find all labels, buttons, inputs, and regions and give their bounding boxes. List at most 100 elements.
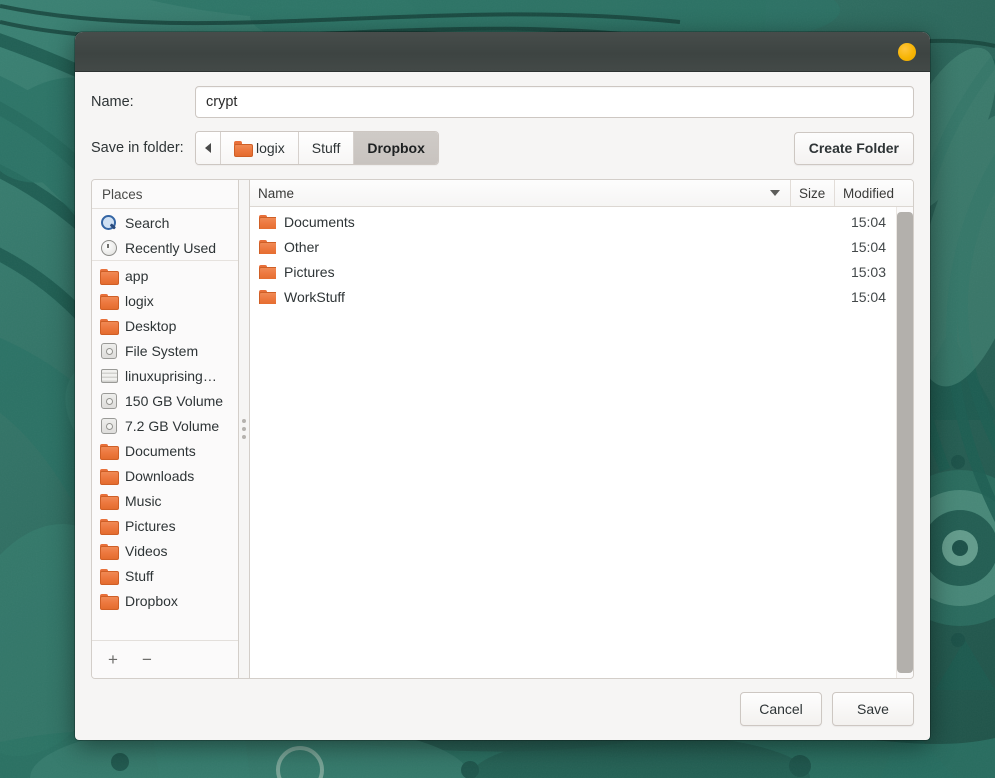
table-row[interactable]: Documents 15:04 bbox=[250, 209, 896, 234]
dialog-main-panel: Places Search Recently Used app logix Deskto… bbox=[91, 179, 914, 679]
folder-icon bbox=[100, 444, 117, 458]
sidebar-item-label: 7.2 GB Volume bbox=[125, 418, 219, 434]
column-header-modified[interactable]: Modified bbox=[835, 180, 913, 206]
disc-icon bbox=[100, 343, 117, 358]
folder-icon bbox=[234, 141, 251, 155]
sidebar-item-label: Pictures bbox=[125, 518, 176, 534]
disc-icon bbox=[100, 418, 117, 433]
table-row[interactable]: Other 15:04 bbox=[250, 234, 896, 259]
sidebar-item-app[interactable]: app bbox=[92, 263, 238, 288]
folder-icon bbox=[100, 294, 117, 308]
sidebar-item-dropbox[interactable]: Dropbox bbox=[92, 588, 238, 613]
folder-icon bbox=[259, 265, 276, 279]
column-header-name[interactable]: Name bbox=[250, 180, 791, 206]
name-row: Name: bbox=[91, 86, 914, 118]
breadcrumb: logix Stuff Dropbox bbox=[195, 131, 439, 165]
sidebar-item-label: File System bbox=[125, 343, 198, 359]
sort-descending-icon bbox=[770, 190, 780, 196]
dialog-form-area: Name: Save in folder: logix Stuff bbox=[75, 72, 930, 179]
sidebar-item-logix[interactable]: logix bbox=[92, 288, 238, 313]
file-name-cell: WorkStuff bbox=[250, 289, 774, 305]
sidebar-item-recently-used[interactable]: Recently Used bbox=[92, 235, 238, 261]
sidebar-item-music[interactable]: Music bbox=[92, 488, 238, 513]
file-list-scrollbar[interactable] bbox=[896, 207, 913, 678]
file-name-label: Pictures bbox=[284, 264, 335, 280]
sidebar-item-label: Dropbox bbox=[125, 593, 178, 609]
places-sidebar: Places Search Recently Used app logix Deskto… bbox=[91, 179, 239, 679]
column-header-size-label: Size bbox=[799, 186, 825, 201]
file-name-cell: Pictures bbox=[250, 264, 774, 280]
places-footer: + − bbox=[92, 640, 238, 678]
table-row[interactable]: WorkStuff15:04 bbox=[250, 284, 896, 309]
file-list-header: Name Size Modified bbox=[250, 180, 913, 207]
path-back-button[interactable] bbox=[196, 132, 221, 164]
breadcrumb-item-stuff[interactable]: Stuff bbox=[299, 132, 355, 164]
breadcrumb-label: logix bbox=[256, 140, 285, 156]
breadcrumb-label: Dropbox bbox=[367, 140, 425, 156]
file-name-cell: Other bbox=[250, 239, 774, 255]
sidebar-item-7-2-gb-volume[interactable]: 7.2 GB Volume bbox=[92, 413, 238, 438]
sidebar-item-downloads[interactable]: Downloads bbox=[92, 463, 238, 488]
scrollbar-thumb[interactable] bbox=[897, 212, 913, 673]
filename-input[interactable] bbox=[195, 86, 914, 118]
file-rows-area: Documents 15:04 Other 15:04 Pictures 15:03 Wor… bbox=[250, 207, 913, 678]
sidebar-item-label: Music bbox=[125, 493, 162, 509]
file-modified-cell: 15:04 bbox=[818, 214, 896, 230]
folder-icon bbox=[100, 519, 117, 533]
name-label: Name: bbox=[91, 94, 195, 110]
disc-icon bbox=[100, 393, 117, 408]
remove-bookmark-button[interactable]: − bbox=[132, 647, 162, 673]
sidebar-item-desktop[interactable]: Desktop bbox=[92, 313, 238, 338]
sidebar-item-search[interactable]: Search bbox=[92, 210, 238, 235]
folder-icon bbox=[100, 569, 117, 583]
sidebar-item-documents[interactable]: Documents bbox=[92, 438, 238, 463]
folder-icon bbox=[259, 290, 276, 304]
places-list: Search Recently Used app logix Desktop File S… bbox=[92, 209, 238, 640]
save-button[interactable]: Save bbox=[832, 692, 914, 726]
dialog-footer: Cancel Save bbox=[75, 679, 930, 740]
add-bookmark-button[interactable]: + bbox=[98, 647, 128, 673]
folder-icon bbox=[259, 215, 276, 229]
file-rows: Documents 15:04 Other 15:04 Pictures 15:03 Wor… bbox=[250, 207, 896, 678]
sidebar-item-label: Stuff bbox=[125, 568, 154, 584]
file-name-cell: Documents bbox=[250, 214, 774, 230]
breadcrumb-item-logix[interactable]: logix bbox=[221, 132, 299, 164]
save-in-folder-label: Save in folder: bbox=[91, 140, 195, 156]
folder-icon bbox=[100, 544, 117, 558]
save-file-dialog: Name: Save in folder: logix Stuff bbox=[75, 32, 930, 740]
sidebar-item-linuxuprising[interactable]: linuxuprising… bbox=[92, 363, 238, 388]
sidebar-item-label: 150 GB Volume bbox=[125, 393, 223, 409]
close-icon[interactable] bbox=[898, 43, 916, 61]
folder-icon bbox=[259, 240, 276, 254]
cancel-button[interactable]: Cancel bbox=[740, 692, 822, 726]
file-name-label: Documents bbox=[284, 214, 355, 230]
sidebar-item-file-system[interactable]: File System bbox=[92, 338, 238, 363]
column-header-size[interactable]: Size bbox=[791, 180, 835, 206]
sidebar-item-150-gb-volume[interactable]: 150 GB Volume bbox=[92, 388, 238, 413]
sidebar-item-label: Recently Used bbox=[125, 240, 216, 256]
sidebar-item-stuff[interactable]: Stuff bbox=[92, 563, 238, 588]
sidebar-item-label: Desktop bbox=[125, 318, 176, 334]
sidebar-item-videos[interactable]: Videos bbox=[92, 538, 238, 563]
sidebar-item-label: Documents bbox=[125, 443, 196, 459]
sidebar-item-label: app bbox=[125, 268, 148, 284]
pane-splitter-handle[interactable] bbox=[239, 179, 249, 679]
clock-icon bbox=[100, 240, 117, 255]
places-header: Places bbox=[92, 180, 238, 209]
file-list-panel: Name Size Modified Documents 15:04 Other 15… bbox=[249, 179, 914, 679]
file-modified-cell: 15:03 bbox=[818, 264, 896, 280]
breadcrumb-item-dropbox[interactable]: Dropbox bbox=[354, 132, 438, 164]
folder-icon bbox=[100, 319, 117, 333]
sidebar-item-pictures[interactable]: Pictures bbox=[92, 513, 238, 538]
sidebar-item-label: Videos bbox=[125, 543, 168, 559]
sidebar-item-label: logix bbox=[125, 293, 154, 309]
chevron-left-icon bbox=[205, 143, 211, 153]
table-row[interactable]: Pictures 15:03 bbox=[250, 259, 896, 284]
create-folder-button[interactable]: Create Folder bbox=[794, 132, 914, 165]
sidebar-item-label: Downloads bbox=[125, 468, 194, 484]
dialog-titlebar[interactable] bbox=[75, 32, 930, 72]
breadcrumb-label: Stuff bbox=[312, 140, 341, 156]
pathbar-container: logix Stuff Dropbox Create Folder bbox=[195, 131, 914, 165]
file-modified-cell: 15:04 bbox=[818, 239, 896, 255]
sidebar-item-label: Search bbox=[125, 215, 169, 231]
